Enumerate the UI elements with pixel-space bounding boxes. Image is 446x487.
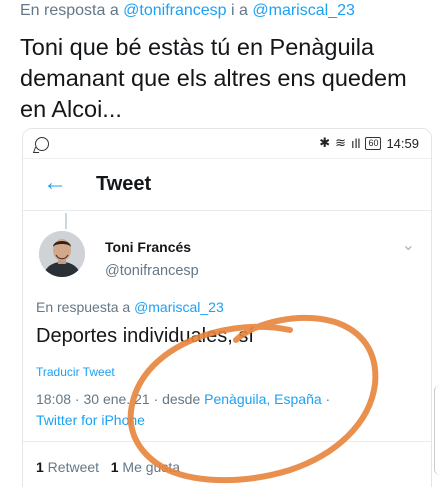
reply-to-prefix: En respuesta a [36, 299, 135, 315]
author-handle[interactable]: @tonifrancesp [105, 263, 199, 279]
reply-to-mention[interactable]: @mariscal_23 [134, 299, 224, 315]
like-label[interactable]: Me gusta [119, 459, 180, 475]
reply-to-line: En respuesta a @mariscal_23 [36, 299, 224, 315]
retweet-count[interactable]: 1 [36, 459, 44, 475]
tweet-meta-separator: · [321, 391, 331, 407]
like-count[interactable]: 1 [111, 459, 119, 475]
tweet-stats: 1 Retweet 1 Me gusta [36, 459, 180, 475]
retweet-label[interactable]: Retweet [44, 459, 99, 475]
translate-tweet-link[interactable]: Traducir Tweet [36, 365, 115, 379]
app-header: ← Tweet [23, 159, 431, 211]
avatar[interactable] [39, 231, 85, 277]
thread-connector-line [65, 213, 67, 229]
arrow-left-icon[interactable]: ← [43, 169, 67, 197]
divider [23, 441, 431, 442]
author-name[interactable]: Toni Francés [105, 239, 191, 255]
outer-tweet-text: Toni que bé estàs tú en Penàguila demana… [20, 34, 407, 122]
outer-mention-tonifrancesp[interactable]: @tonifrancesp [123, 2, 226, 19]
tweet-datetime: 18:08 · 30 ene. 21 · desde [36, 391, 205, 407]
wifi-icon: ≋ [335, 135, 347, 150]
outer-reply-prefix: En resposta a [20, 2, 124, 19]
embedded-screenshot: ✱ ≋ ıll 60 14:59 ← Tweet Toni Francés @t… [22, 128, 432, 487]
chevron-down-icon[interactable]: ⌄ [402, 235, 415, 255]
outer-mention-mariscal[interactable]: @mariscal_23 [252, 2, 355, 19]
bluetooth-icon: ✱ [319, 135, 331, 150]
status-bar: ✱ ≋ ıll 60 14:59 [23, 129, 431, 159]
status-indicators: ✱ ≋ ıll 60 14:59 [319, 135, 419, 151]
outer-reply-line: En resposta a @tonifrancesp i a @marisca… [20, 2, 355, 20]
signal-icon: ıll [351, 135, 361, 151]
status-time: 14:59 [386, 135, 419, 151]
tweet-text: Deportes individuales, sí [36, 325, 254, 347]
tweet-meta: 18:08 · 30 ene. 21 · desde Penàguila, Es… [36, 391, 330, 407]
page-title: Tweet [96, 173, 152, 195]
outer-reply-join: i a [226, 2, 253, 19]
tweet-location-link[interactable]: Penàguila, España [204, 391, 322, 407]
tweet-client-link[interactable]: Twitter for iPhone [36, 412, 145, 428]
scroll-edge [434, 385, 444, 475]
whatsapp-icon [35, 137, 49, 151]
battery-icon: 60 [365, 136, 382, 150]
